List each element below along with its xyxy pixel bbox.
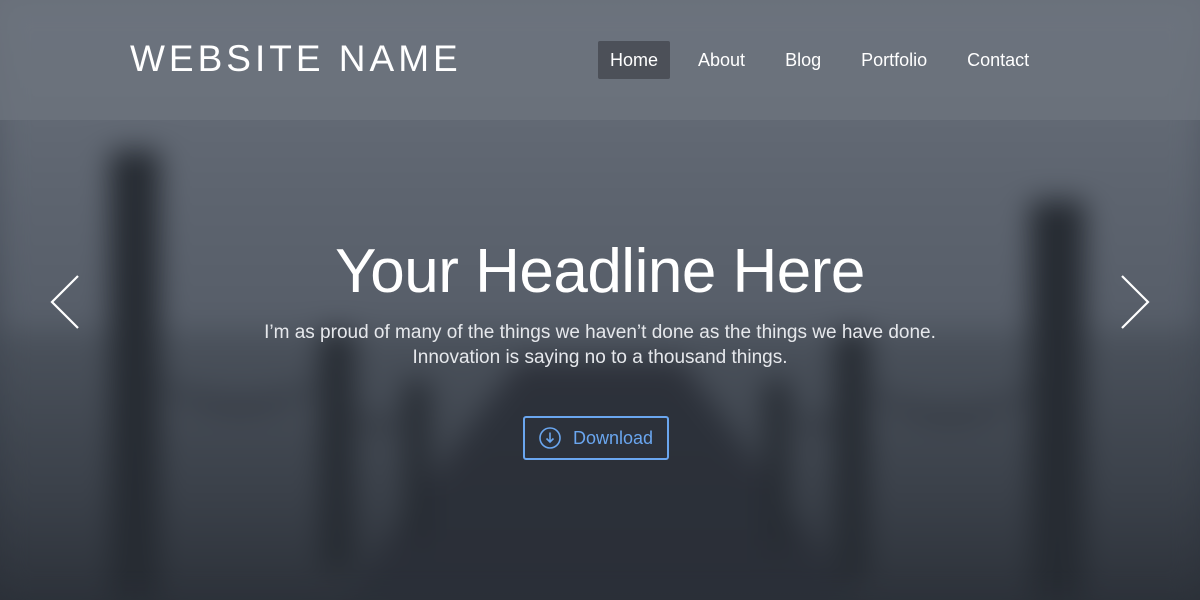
main-nav: Home About Blog Portfolio Contact [598, 41, 1057, 79]
site-header: WEBSITE NAME Home About Blog Portfolio C… [0, 0, 1200, 120]
chevron-right-icon [1121, 275, 1150, 329]
hero-subtext-line-2: Innovation is saying no to a thousand th… [412, 347, 788, 368]
nav-item-home[interactable]: Home [598, 41, 671, 79]
next-slide-button[interactable] [1118, 272, 1152, 332]
nav-item-about[interactable]: About [686, 41, 757, 79]
nav-item-contact[interactable]: Contact [955, 41, 1041, 79]
hero-subtext: I’m as proud of many of the things we ha… [0, 320, 1200, 370]
nav-item-portfolio[interactable]: Portfolio [849, 41, 939, 79]
download-circle-icon [539, 427, 561, 449]
site-logo-text[interactable]: WEBSITE NAME [130, 38, 462, 80]
nav-item-blog[interactable]: Blog [773, 41, 833, 79]
download-button[interactable]: Download [523, 416, 669, 460]
hero-headline: Your Headline Here [335, 237, 865, 306]
download-button-label: Download [572, 427, 654, 448]
hero-subtext-line-1: I’m as proud of many of the things we ha… [264, 322, 936, 343]
page: WEBSITE NAME Home About Blog Portfolio C… [0, 0, 1200, 600]
hero-slider: Your Headline Here I’m as proud of many … [0, 120, 1200, 600]
